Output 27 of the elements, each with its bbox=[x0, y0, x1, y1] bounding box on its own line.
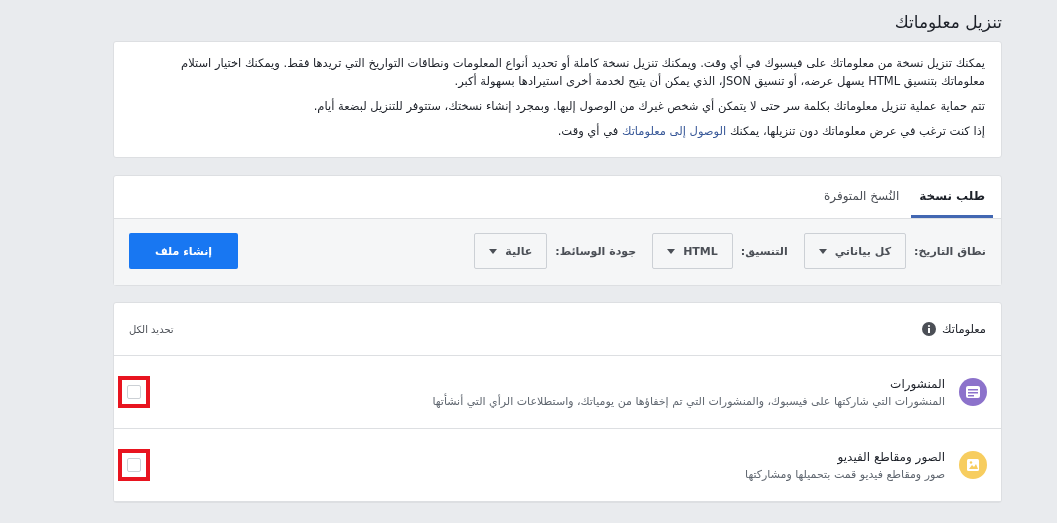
page-title: تنزيل معلوماتك bbox=[894, 12, 1002, 32]
dropdown[interactable]: عالية bbox=[474, 233, 548, 269]
info-title: معلوماتك bbox=[942, 322, 986, 336]
option-label: التنسيق: bbox=[740, 244, 788, 258]
intro-paragraph: إذا كنت ترغب في عرض معلوماتك دون تنزيلها، يمكنك الوصول إلى معلوماتك في أي وقت. bbox=[556, 122, 985, 140]
view-info-link[interactable]: الوصول إلى معلوماتك bbox=[621, 124, 727, 138]
list-icon bbox=[959, 378, 987, 406]
category-description: صور ومقاطع فيديو قمت بتحميلها ومشاركتها bbox=[744, 467, 945, 481]
dropdown[interactable]: HTML bbox=[652, 233, 733, 269]
tab[interactable]: النُسخ المتوفرة bbox=[816, 176, 908, 218]
category-title: الصور ومقاطع الفيديو bbox=[836, 449, 945, 464]
category-title: المنشورات bbox=[889, 376, 945, 391]
caret-icon bbox=[489, 248, 498, 254]
info-icon bbox=[922, 322, 936, 336]
dropdown[interactable]: كل بياناتي bbox=[803, 233, 907, 269]
checkbox[interactable] bbox=[127, 385, 141, 399]
caret-icon bbox=[667, 248, 676, 254]
intro-paragraph: تتم حماية عملية تنزيل معلوماتك بكلمة سر حتى لا يتمكن أي شخص غيرك من الوصول إليها. وبمجرد إنشاء نسختك، ستتوفر للتنزيل لبضعة أيام. bbox=[312, 97, 985, 115]
caret-icon bbox=[818, 248, 827, 254]
create-file-button[interactable]: إنشاء ملف bbox=[129, 233, 239, 269]
option-label: نطاق التاريخ: bbox=[914, 244, 986, 258]
checkbox[interactable] bbox=[127, 458, 141, 472]
photo-icon bbox=[959, 451, 987, 479]
intro-paragraph: يمكنك تنزيل نسخة من معلوماتك على فيسبوك في أي وقت. ويمكنك تنزيل نسخة كاملة أو تحديد أنواع المعلومات ونطاقات التواريخ التي تريدها فقط. ويمكنك اختيار استلام معلوماتك بتنسيق HTML يسهل عرضه، أو تنسيق JSON، الذي يمكن أن يتيح لخدمة أخرى استيرادها بسهولة أكبر. bbox=[180, 54, 985, 90]
category-description: المنشورات التي شاركتها على فيسبوك، والمنشورات التي تم إخفاؤها من يومياتك، واستطلاعات الرأي التي أنشأتها bbox=[431, 394, 945, 408]
select-all-link[interactable]: تحديد الكل bbox=[129, 323, 174, 335]
option-label: جودة الوسائط: bbox=[555, 244, 637, 258]
